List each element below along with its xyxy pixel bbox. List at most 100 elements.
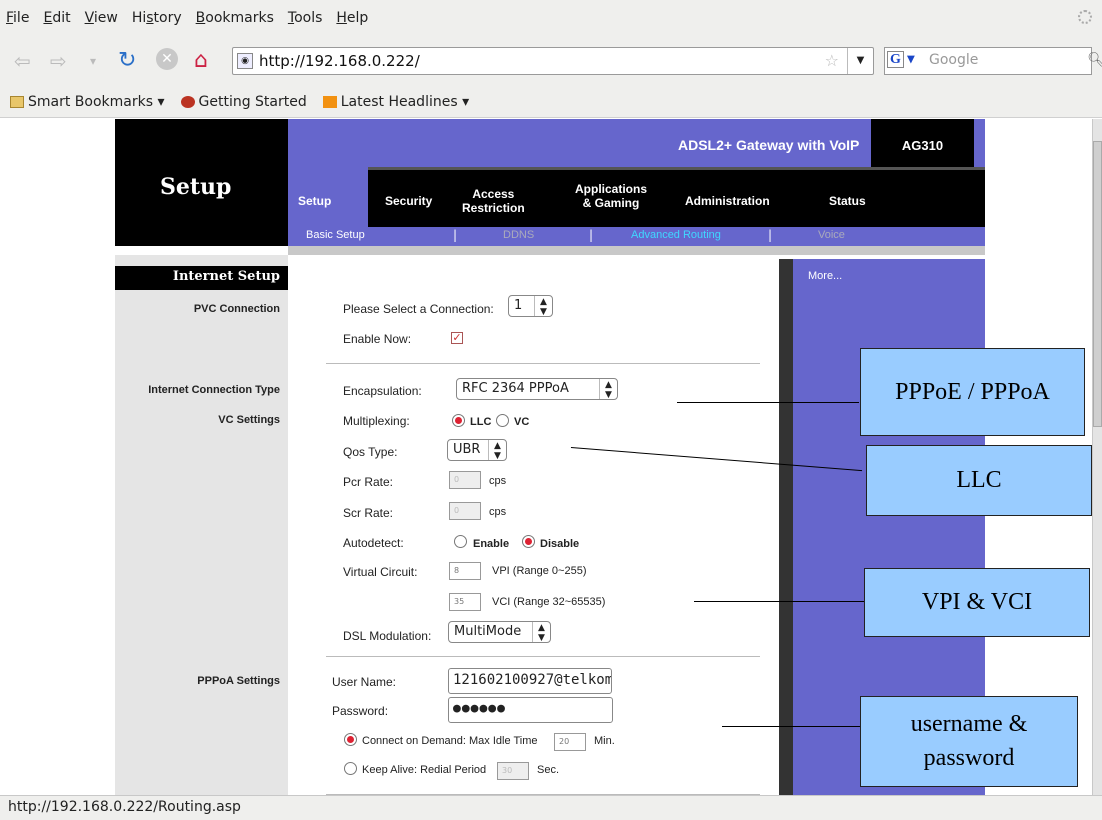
tab-applications-gaming[interactable]: Applications & Gaming — [575, 182, 647, 210]
autodetect-enable-label: Enable — [473, 538, 510, 550]
mux-vc-radio[interactable] — [496, 414, 509, 427]
menu-edit[interactable]: Edit — [43, 10, 70, 26]
menu-help[interactable]: Help — [336, 10, 368, 26]
dsl-modulation-label: DSL Modulation: — [343, 629, 432, 643]
subtab-voice[interactable]: Voice — [818, 229, 845, 241]
subtab-separator: | — [589, 228, 594, 242]
scr-input[interactable]: 0 — [449, 502, 481, 520]
label-pppoa-settings: PPPoA Settings — [197, 675, 280, 687]
leader-line-pppoe — [677, 402, 859, 403]
password-label: Password: — [332, 704, 389, 718]
product-banner: ADSL2+ Gateway with VoIP AG310 — [288, 119, 985, 167]
back-arrow-icon[interactable]: ⇦ — [14, 49, 31, 73]
select-connection-label: Please Select a Connection: — [343, 302, 494, 316]
redial-period-input[interactable]: 30 — [497, 762, 529, 780]
qos-label: Qos Type: — [343, 445, 398, 459]
bookmark-smart-bookmarks[interactable]: Smart Bookmarks ▾ — [10, 94, 165, 110]
throbber-icon — [1078, 10, 1092, 24]
autodetect-enable-radio[interactable] — [454, 535, 467, 548]
page-title: Setup — [160, 174, 232, 200]
mux-llc-label: LLC — [470, 416, 492, 428]
vci-range: VCI (Range 32~65535) — [492, 596, 606, 608]
enable-now-checkbox[interactable]: ✓ — [451, 332, 463, 344]
menu-file[interactable]: File — [6, 10, 29, 26]
username-label: User Name: — [332, 675, 397, 689]
max-idle-time-input[interactable]: 20 — [554, 733, 586, 751]
url-text[interactable]: http://192.168.0.222/ — [259, 52, 420, 70]
search-bar[interactable]: G ▾ Google 🔍︎ — [884, 47, 1102, 75]
firefox-icon — [180, 95, 195, 108]
encapsulation-value: RFC 2364 PPPoA — [462, 381, 569, 396]
encapsulation-label: Encapsulation: — [343, 384, 422, 398]
bookmark-star-icon[interactable]: ☆ — [825, 51, 839, 70]
pcr-input[interactable]: 0 — [449, 471, 481, 489]
left-label-column — [115, 255, 288, 795]
label-pvc-connection: PVC Connection — [193, 303, 280, 315]
mux-llc-radio[interactable] — [452, 414, 465, 427]
search-magnifier-icon[interactable]: 🔍︎ — [1087, 52, 1102, 68]
search-input[interactable]: Google — [929, 52, 978, 68]
section-header: Internet Setup — [115, 266, 288, 290]
scr-label: Scr Rate: — [343, 506, 394, 520]
vpi-range: VPI (Range 0~255) — [492, 565, 587, 577]
keep-alive-radio[interactable] — [344, 762, 357, 775]
scrollbar-thumb[interactable] — [1093, 141, 1102, 427]
stop-icon[interactable]: ✕ — [156, 48, 178, 70]
connection-select[interactable]: 1 ▲ ▼ — [508, 295, 553, 317]
redial-period-unit: Sec. — [537, 764, 560, 776]
menu-history[interactable]: History — [132, 10, 182, 26]
divider — [326, 656, 760, 657]
spinner-icon: ▲ ▼ — [488, 440, 506, 461]
keep-alive-label: Keep Alive: Redial Period — [362, 764, 487, 776]
tab-status[interactable]: Status — [829, 194, 866, 208]
tab-divider — [368, 167, 985, 170]
home-icon[interactable]: ⌂ — [194, 49, 208, 73]
encapsulation-select[interactable]: RFC 2364 PPPoA ▲ ▼ — [456, 378, 618, 400]
connection-select-value: 1 — [514, 298, 523, 313]
tab-security[interactable]: Security — [385, 194, 432, 208]
dsl-modulation-value: MultiMode — [454, 624, 522, 639]
more-link[interactable]: More... — [808, 270, 842, 282]
bookmark-getting-started[interactable]: Getting Started — [180, 94, 307, 110]
url-dropdown-icon[interactable]: ▼ — [847, 48, 873, 74]
username-input[interactable]: 121602100927@telkom — [448, 668, 612, 694]
search-engine-icon[interactable]: G ▾ — [887, 51, 923, 71]
url-bar[interactable]: ◉ http://192.168.0.222/ ☆ ▼ — [232, 47, 874, 75]
menu-bookmarks[interactable]: Bookmarks — [196, 10, 274, 26]
callout-username-password: username & password — [860, 696, 1078, 787]
rss-feed-icon — [322, 95, 337, 108]
main-tabs: Setup Security Access Restriction Applic… — [288, 167, 985, 227]
subtab-ddns[interactable]: DDNS — [503, 229, 534, 241]
history-dropdown-icon[interactable]: ▾ — [90, 49, 96, 73]
tab-setup[interactable]: Setup — [298, 194, 331, 208]
bookmark-latest-headlines[interactable]: Latest Headlines ▾ — [322, 94, 469, 110]
virtual-circuit-label: Virtual Circuit: — [343, 565, 418, 579]
tab-administration[interactable]: Administration — [685, 194, 770, 208]
tab-access-restriction[interactable]: Access Restriction — [462, 187, 525, 215]
spinner-icon: ▲ ▼ — [599, 379, 617, 400]
reload-icon[interactable]: ↻ — [118, 49, 136, 73]
callout-pppoe-pppoa: PPPoE / PPPoA — [860, 348, 1085, 436]
dsl-modulation-select[interactable]: MultiMode ▲ ▼ — [448, 621, 551, 643]
page-viewport: Setup ADSL2+ Gateway with VoIP AG310 Set… — [0, 119, 1092, 795]
menu-view[interactable]: View — [85, 10, 118, 26]
connect-on-demand-radio[interactable] — [344, 733, 357, 746]
bookmark-label: Smart Bookmarks — [28, 93, 154, 110]
bookmarks-toolbar: Smart Bookmarks ▾ Getting Started Latest… — [0, 86, 1102, 118]
vpi-input[interactable]: 8 — [449, 562, 481, 580]
autodetect-disable-radio[interactable] — [522, 535, 535, 548]
forward-arrow-icon[interactable]: ⇨ — [50, 49, 67, 73]
scr-unit: cps — [489, 506, 507, 518]
subtab-separator: | — [453, 228, 458, 242]
vci-input[interactable]: 35 — [449, 593, 481, 611]
menu-tools[interactable]: Tools — [288, 10, 323, 26]
page-favicon-icon: ◉ — [237, 53, 253, 69]
spinner-icon: ▲ ▼ — [534, 296, 552, 317]
subtab-advanced-routing[interactable]: Advanced Routing — [631, 229, 721, 241]
password-input[interactable]: ●●●●●● — [448, 697, 613, 723]
menu-bar: File Edit View History Bookmarks Tools H… — [0, 0, 1102, 36]
pcr-unit: cps — [489, 475, 507, 487]
page-scrollbar[interactable] — [1092, 119, 1102, 795]
subtab-basic-setup[interactable]: Basic Setup — [306, 229, 365, 241]
qos-select[interactable]: UBR ▲ ▼ — [447, 439, 507, 461]
